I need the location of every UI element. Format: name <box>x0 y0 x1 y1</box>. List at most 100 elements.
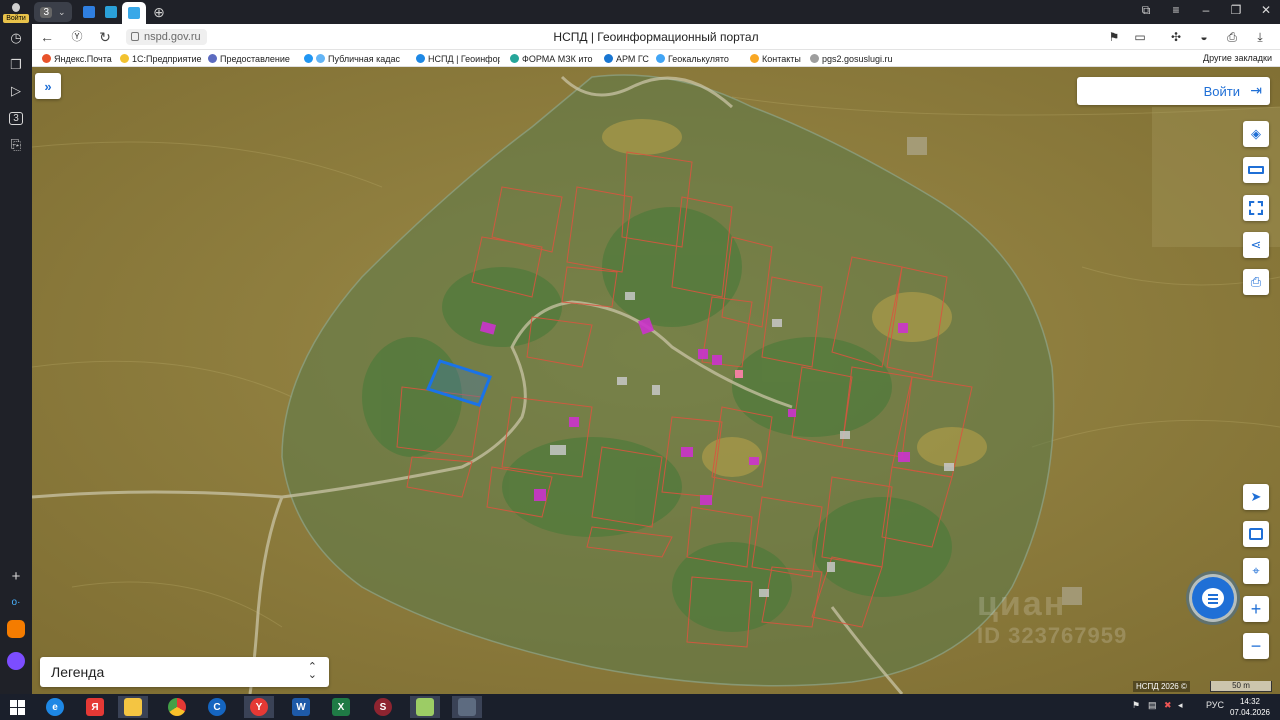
zoom-in-button[interactable]: + <box>1243 596 1269 622</box>
tray-network-icon[interactable]: ⚑ <box>1132 700 1140 711</box>
satellite-map[interactable] <box>32 67 1280 694</box>
profile-label: Войти <box>3 14 29 23</box>
selection-icon <box>1249 201 1263 215</box>
clock[interactable]: 14:32 07.04.2026 <box>1230 696 1270 718</box>
bookmark-item[interactable]: 1С:Предприятие <box>120 52 206 65</box>
taskbar-ccleaner[interactable]: C <box>202 696 232 718</box>
map-copyright: НСПД 2026 © <box>1133 681 1190 692</box>
alice-dot-icon[interactable]: o· <box>6 592 26 612</box>
tab-active[interactable] <box>122 2 146 24</box>
taskbar-word[interactable]: W <box>286 696 316 718</box>
tab-pinned-2[interactable] <box>102 2 120 22</box>
chevron-down-icon: ⌄ <box>58 6 66 17</box>
select-area-button[interactable] <box>1243 195 1269 221</box>
downloads-icon[interactable]: ⤓ <box>1252 29 1268 45</box>
bookmark-item[interactable]: Предоставление <box>208 52 290 65</box>
taskbar-ie[interactable]: e <box>40 696 70 718</box>
bookmark-item[interactable]: pgs2.gosuslugi.ru <box>810 52 900 65</box>
tab-pinned-1[interactable] <box>80 2 98 22</box>
menu-icon[interactable]: ≡ <box>1166 3 1186 17</box>
measure-button[interactable] <box>1243 157 1269 183</box>
ccleaner-icon: C <box>208 698 226 716</box>
print-button[interactable]: ⎙ <box>1243 269 1269 295</box>
scale-bar: 50 m <box>1210 681 1272 692</box>
start-button[interactable] <box>2 696 32 718</box>
bookmarks-bar: Яндекс.Почта 1С:Предприятие Предоставлен… <box>32 50 1280 67</box>
bookmark-favicon <box>42 54 51 63</box>
bookmark-item[interactable]: АРМ ГС <box>604 52 654 65</box>
taskbar-excel[interactable]: X <box>326 696 356 718</box>
chat-button[interactable] <box>1192 577 1234 619</box>
clock-date: 07.04.2026 <box>1229 708 1270 717</box>
tray-app-icon[interactable]: ▤ <box>1148 700 1157 711</box>
tray-antivirus-icon[interactable]: ✖ <box>1164 700 1172 711</box>
downloads-icon[interactable]: ⎘ <box>6 135 26 155</box>
other-bookmarks[interactable]: Другие закладки <box>1203 53 1272 63</box>
new-tab-button[interactable]: ⊕ <box>150 2 168 22</box>
bookmark-item[interactable]: Геокалькулято <box>656 52 740 65</box>
play-icon[interactable]: ▷ <box>6 81 26 101</box>
taskbar-sticky-notes[interactable] <box>410 696 440 718</box>
bookmark-label: Публичная кадас <box>328 53 401 64</box>
chevron-updown-icon: ⌃ ⌄ <box>307 661 317 681</box>
layers-button[interactable]: ◈ <box>1243 121 1269 147</box>
bookmark-item[interactable]: Яндекс.Почта <box>42 52 120 65</box>
bookmark-icon[interactable]: ⚑ <box>1106 29 1122 45</box>
site-icon <box>83 6 95 18</box>
extensions-icon[interactable]: ✣ <box>1168 29 1184 45</box>
share-button[interactable]: ⋖ <box>1243 232 1269 258</box>
history-icon[interactable]: ◷ <box>6 28 26 48</box>
chrome-icon <box>168 698 186 716</box>
double-chevron-right-icon: » <box>44 78 52 94</box>
legend-dropdown[interactable]: Легенда ⌃ ⌄ <box>40 657 329 687</box>
tab-group[interactable]: 3 ⌄ <box>34 2 72 22</box>
close-button[interactable]: ✕ <box>1256 3 1276 17</box>
map-view[interactable]: циан ID 323767959 » Войти ⇥ ◈ ⋖ ⎙ ➤ ⌖ + … <box>32 67 1280 694</box>
add-panel-icon[interactable]: + <box>6 566 26 586</box>
minimize-button[interactable]: – <box>1196 3 1216 17</box>
market-app-icon[interactable] <box>7 620 25 638</box>
minimap-button[interactable] <box>1243 521 1269 547</box>
bookmark-item[interactable]: ФОРМА МЗК ито <box>510 52 594 65</box>
watermark-id: ID 323767959 <box>977 623 1128 648</box>
bookmark-item[interactable]: НСПД | Геоинфор <box>416 52 500 65</box>
tabs-menu-icon[interactable]: ⧉ <box>1136 3 1156 18</box>
taskbar-app-s[interactable]: S <box>368 696 398 718</box>
figure-app-icon <box>458 698 476 716</box>
bookmark-favicon <box>810 54 819 63</box>
clock-time: 14:32 <box>1239 697 1260 706</box>
navigation-arrow-icon: ➤ <box>1250 489 1262 504</box>
search-location-button[interactable]: ⌖ <box>1243 558 1269 584</box>
taskbar-yandex-browser[interactable]: Y <box>244 696 274 718</box>
login-button[interactable]: Войти ⇥ <box>1077 77 1270 105</box>
collections-icon[interactable]: ❐ <box>6 55 26 75</box>
sidebar-badge[interactable]: 3 <box>6 108 26 128</box>
legend-label: Легенда <box>51 664 105 680</box>
zoom-out-button[interactable]: − <box>1243 633 1269 659</box>
bookmark-label: АРМ ГС <box>616 53 649 64</box>
profile-button[interactable]: Войти <box>2 2 30 24</box>
login-label: Войти <box>1203 84 1240 99</box>
alice-icon[interactable] <box>7 652 25 670</box>
tray-volume-icon[interactable]: ◂ <box>1178 700 1183 711</box>
bookmark-label: 1С:Предприятие <box>132 53 202 64</box>
windows-taskbar: e Я C Y W X S ⚑ ▤ ✖ ◂ РУС 14:32 07.04.20… <box>0 694 1280 720</box>
word-icon: W <box>292 698 310 716</box>
expand-panel-button[interactable]: » <box>35 73 61 99</box>
geolocate-button[interactable]: ➤ <box>1243 484 1269 510</box>
bookmark-label: НСПД | Геоинфор <box>428 53 500 64</box>
taskbar-yandex[interactable]: Я <box>80 696 110 718</box>
taskbar-app-figure[interactable] <box>452 696 482 718</box>
bookmark-favicon <box>604 54 613 63</box>
bookmark-favicon <box>208 54 217 63</box>
ruler-icon <box>1248 166 1264 174</box>
taskbar-explorer[interactable] <box>118 696 148 718</box>
taskbar-chrome[interactable] <box>162 696 192 718</box>
bookmark-item[interactable]: Публичная кадас <box>304 52 408 65</box>
printer-icon: ⎙ <box>1250 274 1262 289</box>
language-indicator[interactable]: РУС <box>1206 700 1224 710</box>
reader-icon[interactable]: ▭ <box>1132 29 1148 45</box>
restore-button[interactable]: ❐ <box>1226 3 1246 17</box>
protect-icon[interactable]: ◒ <box>1196 29 1212 45</box>
translate-icon[interactable]: ⎙ <box>1224 29 1240 45</box>
